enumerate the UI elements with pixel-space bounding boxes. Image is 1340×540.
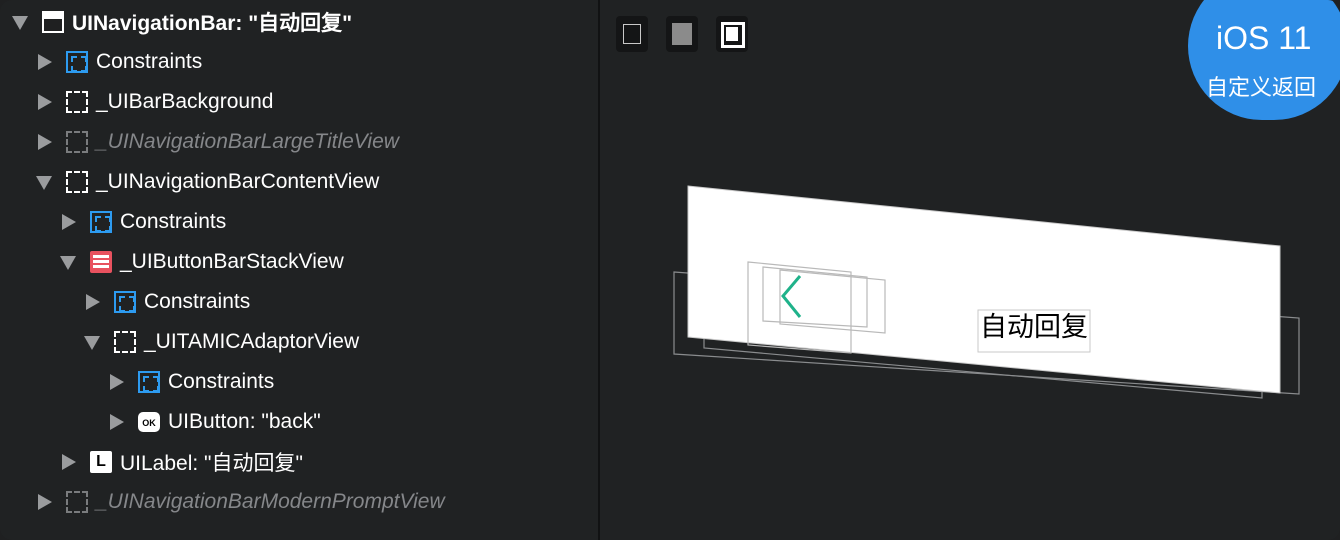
tree-row-largetitleview[interactable]: _UINavigationBarLargeTitleView <box>36 124 399 160</box>
navigation-bar-layer[interactable] <box>687 185 1281 394</box>
tree-row-constraints[interactable]: Constraints <box>36 44 202 80</box>
tree-row-label: _UINavigationBarContentView <box>96 170 380 193</box>
tree-row-constraints[interactable]: Constraints <box>108 364 274 400</box>
disclosure-triangle-collapsed-icon[interactable] <box>38 54 52 70</box>
tree-row-label: Constraints <box>120 210 227 233</box>
navbar-icon <box>42 11 64 33</box>
tree-row-uibutton-back[interactable]: OK UIButton: "back" <box>108 404 321 440</box>
tree-row-modernpromptview[interactable]: _UINavigationBarModernPromptView <box>36 484 445 520</box>
tree-row-label: _UIButtonBarStackView <box>120 250 344 273</box>
tree-row-contentview[interactable]: _UINavigationBarContentView <box>36 164 379 200</box>
constraints-icon <box>138 371 160 393</box>
view-icon <box>66 91 88 113</box>
disclosure-triangle-collapsed-icon[interactable] <box>62 454 76 470</box>
disclosure-triangle-collapsed-icon[interactable] <box>86 294 100 310</box>
hidden-view-icon <box>66 491 88 513</box>
disclosure-triangle-collapsed-icon[interactable] <box>38 494 52 510</box>
tree-row-label: Constraints <box>144 290 251 313</box>
tree-row-constraints[interactable]: Constraints <box>60 204 226 240</box>
tree-row-uinavigationbar[interactable]: UINavigationBar: "自动回复" <box>12 4 352 40</box>
tree-row-uilabel[interactable]: L UILabel: "自动回复" <box>60 444 303 480</box>
hidden-view-icon <box>66 131 88 153</box>
view-icon <box>114 331 136 353</box>
stack-view-icon <box>90 251 112 273</box>
tree-row-buttonbarstackview[interactable]: _UIButtonBarStackView <box>60 244 344 280</box>
disclosure-triangle-expanded-icon[interactable] <box>12 16 28 30</box>
disclosure-triangle-collapsed-icon[interactable] <box>38 134 52 150</box>
disclosure-triangle-collapsed-icon[interactable] <box>38 94 52 110</box>
label-icon: L <box>90 451 112 473</box>
tree-row-label: _UIBarBackground <box>96 90 274 113</box>
tree-row-tamicadaptorview[interactable]: _UITAMICAdaptorView <box>84 324 359 360</box>
disclosure-triangle-collapsed-icon[interactable] <box>110 374 124 390</box>
disclosure-triangle-collapsed-icon[interactable] <box>62 214 76 230</box>
tree-row-label: UINavigationBar: "自动回复" <box>72 12 353 35</box>
tree-row-label: Constraints <box>96 50 203 73</box>
view-icon <box>66 171 88 193</box>
badge-line-1: iOS 11 <box>1216 20 1312 56</box>
disclosure-triangle-collapsed-icon[interactable] <box>110 414 124 430</box>
tree-row-label: _UINavigationBarLargeTitleView <box>96 130 399 153</box>
button-icon: OK <box>138 412 160 432</box>
constraints-icon <box>114 291 136 313</box>
tree-row-label: UILabel: "自动回复" <box>120 452 303 475</box>
disclosure-triangle-expanded-icon[interactable] <box>60 256 76 270</box>
tree-row-constraints[interactable]: Constraints <box>84 284 250 320</box>
tree-row-label: _UINavigationBarModernPromptView <box>96 490 445 513</box>
badge-line-2: 自定义返回 <box>1206 75 1317 100</box>
constraints-icon <box>90 211 112 233</box>
view-hierarchy-outline: UINavigationBar: "自动回复" Constraints _UIB… <box>0 0 598 540</box>
title-label-text: 自动回复 <box>980 312 1088 343</box>
constraints-icon <box>66 51 88 73</box>
tree-row-label: _UITAMICAdaptorView <box>144 330 360 353</box>
tree-row-uibarbackground[interactable]: _UIBarBackground <box>36 84 273 120</box>
view-debugger-window: UINavigationBar: "自动回复" Constraints _UIB… <box>0 0 1340 540</box>
tree-row-label: Constraints <box>168 370 275 393</box>
disclosure-triangle-expanded-icon[interactable] <box>36 176 52 190</box>
tree-row-label: UIButton: "back" <box>168 410 321 433</box>
disclosure-triangle-expanded-icon[interactable] <box>84 336 100 350</box>
